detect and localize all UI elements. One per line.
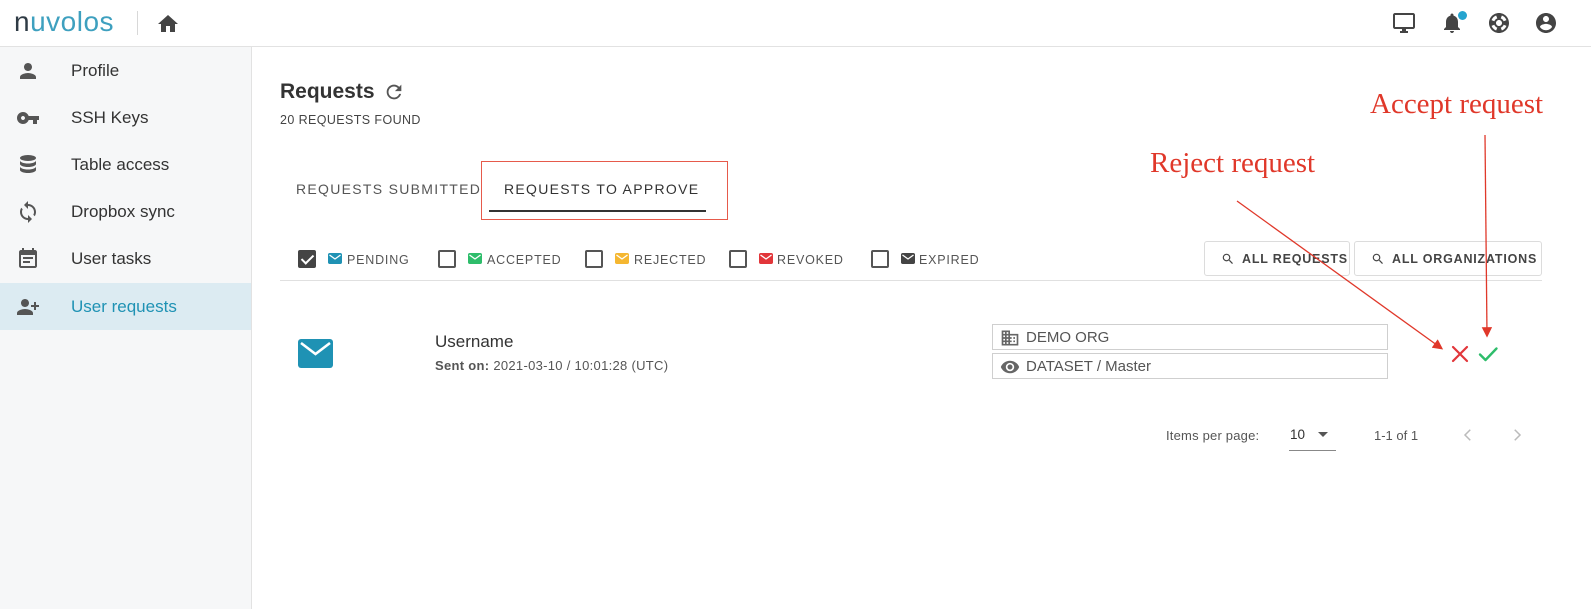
sent-on-label: Sent on: <box>435 358 490 373</box>
filter-label: REVOKED <box>777 253 844 267</box>
person-add-icon <box>17 299 39 315</box>
requests-count: 20 REQUESTS FOUND <box>280 113 421 127</box>
chevron-right-icon[interactable] <box>1508 426 1526 444</box>
dataset-name: DATASET / Master <box>1026 358 1152 375</box>
mail-icon <box>901 253 915 264</box>
sidebar-item-label: User tasks <box>71 249 152 268</box>
lifebuoy-icon[interactable] <box>1487 11 1511 35</box>
home-icon[interactable] <box>156 12 180 36</box>
annotation-accept-text: Accept request <box>1370 88 1544 120</box>
monitor-icon[interactable] <box>1392 11 1416 35</box>
filter-label: PENDING <box>347 253 410 267</box>
dataset-field: DATASET / Master <box>992 353 1388 379</box>
all-organizations-button[interactable]: ALL ORGANIZATIONS <box>1354 241 1542 276</box>
mail-icon <box>759 253 773 264</box>
sidebar-item-label: User requests <box>71 297 177 316</box>
page-title: Requests <box>280 80 375 103</box>
top-bar: nuvolos <box>0 0 1591 47</box>
pagination-range: 1-1 of 1 <box>1374 428 1419 443</box>
search-icon <box>1372 253 1383 264</box>
items-per-page-select[interactable]: 10 <box>1290 427 1305 442</box>
items-per-page-label: Items per page: <box>1166 428 1260 443</box>
sidebar-item-table-access[interactable]: Table access <box>0 141 251 188</box>
request-username: Username <box>435 332 514 351</box>
sidebar-item-label: SSH Keys <box>71 108 149 127</box>
divider <box>137 11 138 35</box>
mail-icon <box>468 253 482 264</box>
calendar-icon <box>19 248 37 268</box>
all-organizations-label: ALL ORGANIZATIONS <box>1392 252 1538 266</box>
request-sent-date: Sent on: 2021-03-10 / 10:01:28 (UTC) <box>435 358 668 373</box>
refresh-icon[interactable] <box>383 81 405 103</box>
filter-label: EXPIRED <box>919 253 980 267</box>
sidebar-item-ssh-keys[interactable]: SSH Keys <box>0 94 251 141</box>
annotation-arrow-accept <box>1481 134 1493 338</box>
nuvolos-logo[interactable]: nuvolos <box>14 6 114 38</box>
expired-checkbox[interactable] <box>871 250 889 268</box>
mail-icon <box>298 339 333 368</box>
sidebar-item-label: Dropbox sync <box>71 202 175 221</box>
sidebar: Profile SSH Keys Table access Dropbox sy… <box>0 47 252 609</box>
sidebar-item-dropbox-sync[interactable]: Dropbox sync <box>0 188 251 235</box>
sidebar-item-user-tasks[interactable]: User tasks <box>0 235 251 282</box>
filter-label: ACCEPTED <box>487 253 562 267</box>
reject-request-button[interactable] <box>1450 344 1470 364</box>
annotation-highlight-box <box>481 161 728 220</box>
sidebar-item-profile[interactable]: Profile <box>0 47 251 94</box>
mail-icon <box>615 253 629 264</box>
select-underline <box>1289 450 1336 451</box>
person-icon <box>20 63 36 79</box>
key-icon <box>17 112 39 124</box>
database-icon <box>20 155 36 173</box>
annotation-reject-text: Reject request <box>1150 147 1316 179</box>
tab-requests-submitted[interactable]: REQUESTS SUBMITTED <box>296 181 481 197</box>
sent-on-value: 2021-03-10 / 10:01:28 (UTC) <box>493 358 669 373</box>
organization-name: DEMO ORG <box>1026 329 1110 346</box>
accepted-checkbox[interactable] <box>438 250 456 268</box>
chevron-left-icon[interactable] <box>1459 426 1477 444</box>
eye-icon <box>1000 360 1020 374</box>
rejected-checkbox[interactable] <box>585 250 603 268</box>
sidebar-item-user-requests[interactable]: User requests <box>0 283 251 330</box>
pending-checkbox[interactable] <box>298 250 316 268</box>
organization-field: DEMO ORG <box>992 324 1388 350</box>
chevron-down-icon[interactable] <box>1318 432 1328 437</box>
search-icon <box>1222 253 1233 264</box>
account-icon[interactable] <box>1534 11 1558 35</box>
all-requests-button[interactable]: ALL REQUESTS <box>1204 241 1350 276</box>
all-requests-label: ALL REQUESTS <box>1242 252 1348 266</box>
divider <box>280 280 1542 281</box>
accept-request-button[interactable] <box>1477 343 1499 365</box>
sidebar-item-label: Table access <box>71 155 170 174</box>
mail-icon <box>328 253 342 264</box>
notification-badge <box>1458 11 1467 20</box>
building-icon <box>1001 330 1019 346</box>
sidebar-item-label: Profile <box>71 61 120 80</box>
filter-label: REJECTED <box>634 253 707 267</box>
sync-icon <box>20 201 36 223</box>
revoked-checkbox[interactable] <box>729 250 747 268</box>
